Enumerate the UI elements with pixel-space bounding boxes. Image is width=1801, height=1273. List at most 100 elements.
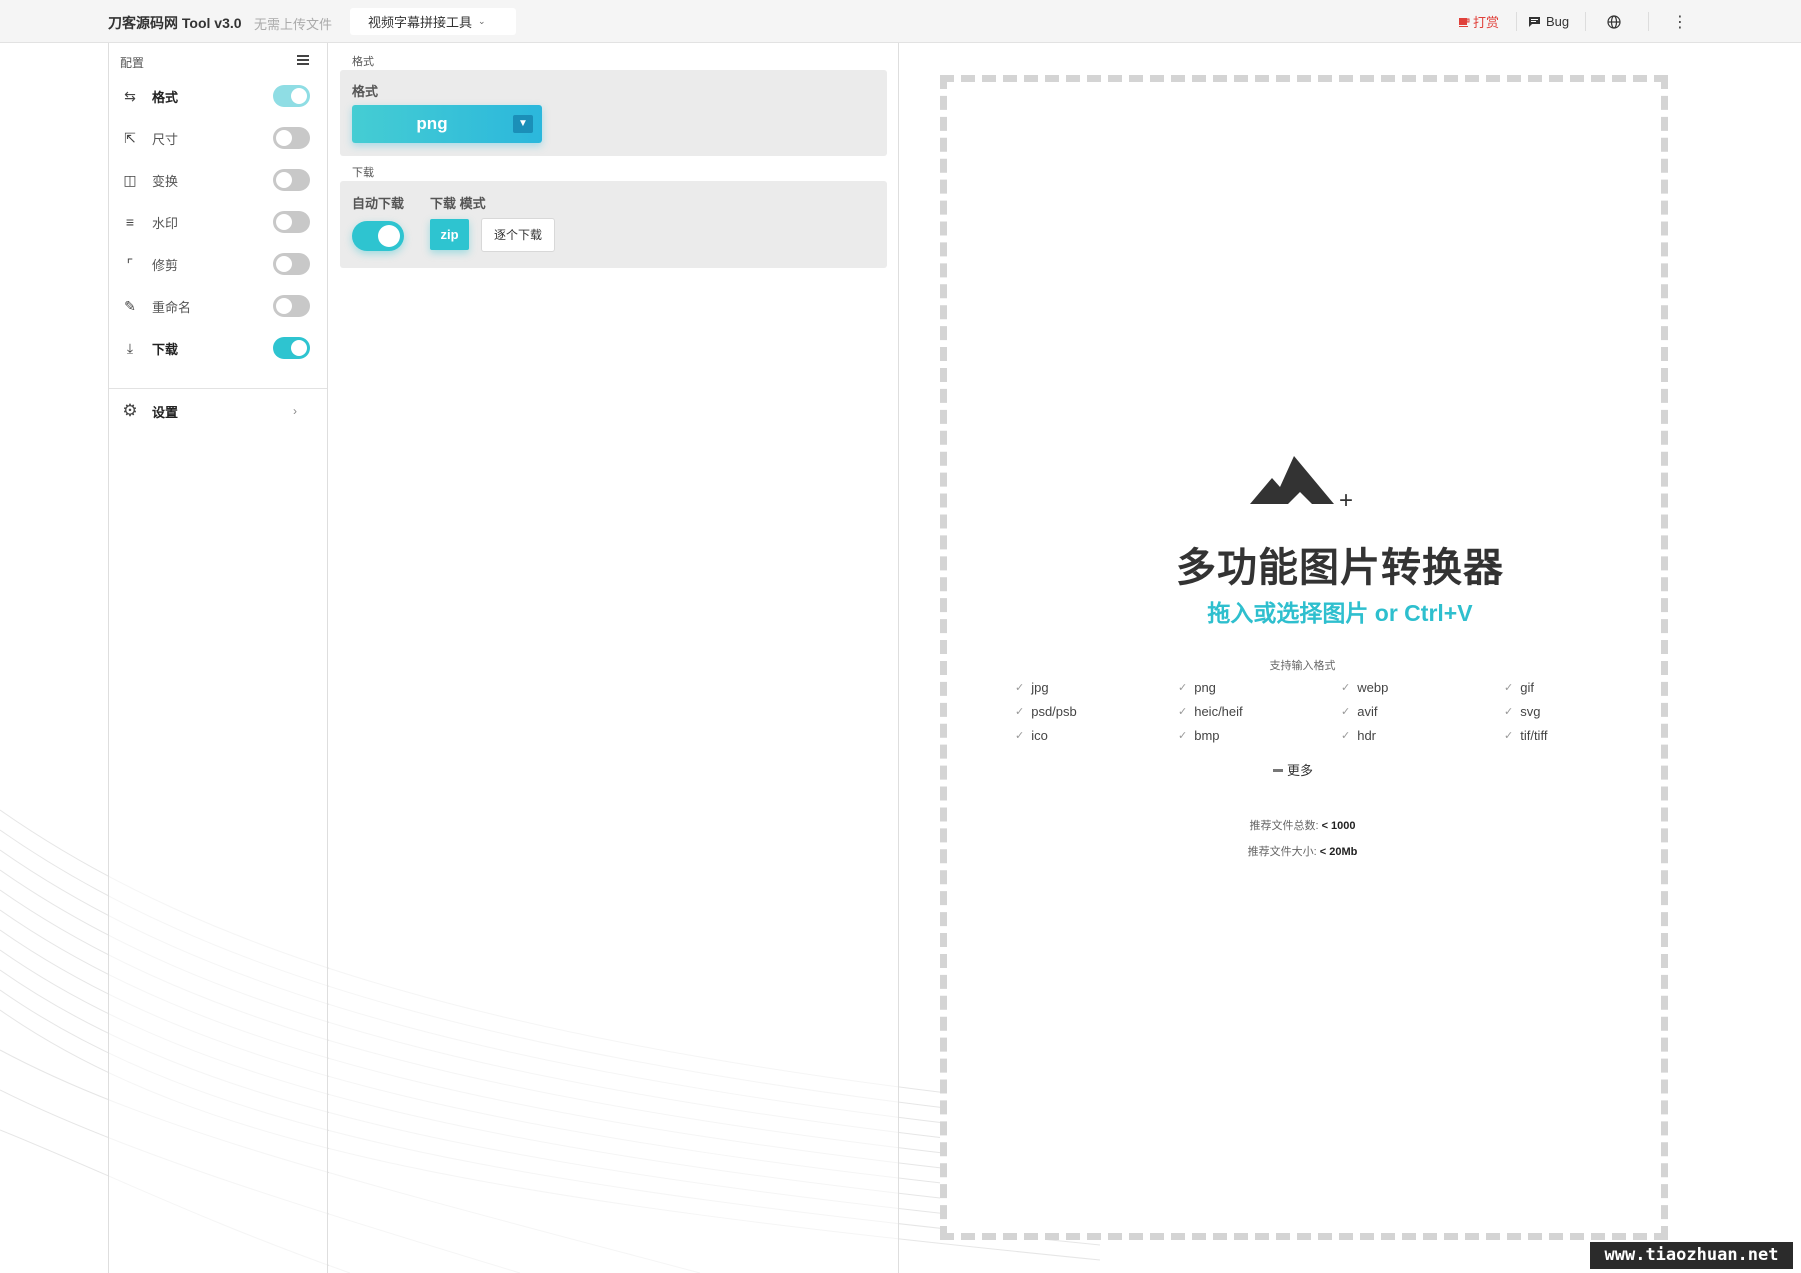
brand-title[interactable]: 刀客源码网 Tool v3.0 [108,13,242,33]
tool-selector-label: 视频字幕拼接工具 [368,15,473,30]
check-icon: ✓ [1504,730,1514,742]
list-item: ✓ heic/heif [1178,704,1341,719]
supported-formats-label: 支持输入格式 [1269,660,1336,672]
zip-mode-button[interactable]: zip [430,219,469,250]
list-item: ✓ hdr [1341,728,1504,743]
rec-count-value: < 1000 [1321,820,1356,832]
brand-subtitle: 无需上传文件 [254,17,333,32]
language-button[interactable] [1607,0,1621,43]
list-item: ✓ bmp [1178,728,1341,743]
donate-button[interactable]: 打赏 [1458,0,1499,43]
sidebar-item-crop[interactable]: ⌜ 修剪 [109,243,327,285]
check-icon: ✓ [1178,706,1188,718]
list-item: ✓ jpg [1015,680,1178,695]
format-name: psd/psb [1031,704,1077,719]
more-formats-button[interactable]: ▬ 更多 [1273,760,1313,779]
more-formats-label: 更多 [1287,763,1314,778]
sidebar-item-label: 设置 [152,404,179,420]
format-name: avif [1357,704,1378,719]
size-toggle[interactable] [273,127,310,149]
check-icon: ✓ [1341,706,1351,718]
sidebar-item-label: 尺寸 [152,131,179,147]
check-icon: ✓ [1341,682,1351,694]
check-icon: ✓ [1341,730,1351,742]
globe-icon [1607,14,1621,29]
check-icon: ✓ [1015,730,1025,742]
sidebar-item-label: 下载 [152,341,179,357]
config-sidebar: 配置 ⇆ 格式 ⇱ 尺寸 ◫ 变换 ≡ 水印 ⌜ 修剪 ✎ 重命名 ⤓ 下载 ⚙… [108,43,328,1273]
format-name: ico [1031,728,1048,743]
sidebar-item-transform[interactable]: ◫ 变换 [109,159,327,201]
format-select-value: png [416,114,448,133]
add-icon: + [1339,487,1354,514]
check-icon: ✓ [1015,706,1025,718]
sidebar-item-label: 水印 [152,215,179,231]
sidebar-item-format[interactable]: ⇆ 格式 [109,75,327,117]
chevron-right-icon: › [293,404,297,418]
transform-toggle[interactable] [273,169,310,191]
watermark-icon: ≡ [125,214,135,230]
bug-button[interactable]: Bug [1528,0,1569,43]
more-options-icon[interactable]: ⋮ [1672,0,1688,43]
format-name: jpg [1031,680,1049,695]
check-icon: ✓ [1504,706,1514,718]
check-icon: ✓ [1015,682,1025,694]
format-select[interactable]: png ▼ [352,105,542,143]
coffee-icon [1459,17,1470,27]
page-title: 多功能图片转换器 [1176,546,1504,590]
sidebar-item-label: 变换 [152,173,179,189]
sidebar-item-label: 格式 [152,89,179,105]
list-item: ✓ webp [1341,680,1504,695]
rec-count-label: 推荐文件总数: [1249,820,1319,832]
sidebar-item-label: 修剪 [152,257,179,273]
crop-toggle[interactable] [273,253,310,275]
tool-selector[interactable]: 视频字幕拼接工具 ⌄ [350,8,516,35]
check-icon: ✓ [1504,682,1514,694]
list-item: ✓ ico [1015,728,1178,743]
format-list: ✓ jpg ✓ png ✓ webp ✓ gif ✓ psd/psb ✓ heic/heif… [1015,680,1675,743]
list-item: ✓ psd/psb [1015,704,1178,719]
format-name: tif/tiff [1520,728,1548,743]
divider [1516,12,1517,31]
list-item: ✓ tif/tiff [1504,728,1667,743]
chevron-down-icon: ⌄ [478,16,486,26]
bug-label: Bug [1546,14,1570,29]
sidebar-item-download[interactable]: ⤓ 下载 [109,327,327,369]
sidebar-item-rename[interactable]: ✎ 重命名 [109,285,327,327]
download-section-label: 下载 [352,167,374,179]
recommended-size: 推荐文件大小: < 20Mb [1100,843,1505,859]
single-download-button[interactable]: 逐个下载 [481,218,555,252]
crop-icon: ⌜ [126,255,134,272]
auto-download-toggle[interactable] [352,221,404,251]
format-name: gif [1520,680,1534,695]
divider [1648,12,1649,31]
comment-icon: ▬ [1273,764,1283,775]
format-name: png [1194,680,1216,695]
list-item: ✓ svg [1504,704,1667,719]
rec-size-value: < 20Mb [1319,846,1358,858]
gear-icon: ⚙ [122,401,138,420]
rename-toggle[interactable] [273,295,310,317]
watermark-toggle[interactable] [273,211,310,233]
donate-label: 打赏 [1473,15,1500,30]
download-card: 自动下载 下载 模式 zip 逐个下载 [340,181,887,268]
format-name: bmp [1194,728,1220,743]
download-mode-label: 下载 模式 [430,196,486,211]
list-item: ✓ png [1178,680,1341,695]
transform-icon: ◫ [123,171,137,188]
format-name: webp [1357,680,1389,695]
swap-icon: ⇆ [124,87,136,104]
download-toggle[interactable] [273,337,310,359]
menu-icon[interactable] [297,55,309,65]
rec-size-label: 推荐文件大小: [1247,846,1317,858]
sidebar-item-size[interactable]: ⇱ 尺寸 [109,117,327,159]
format-toggle[interactable] [273,85,310,107]
sidebar-item-watermark[interactable]: ≡ 水印 [109,201,327,243]
format-section-label: 格式 [352,56,374,68]
check-icon: ✓ [1178,730,1188,742]
sidebar-item-settings[interactable]: ⚙ 设置 › [109,390,327,432]
format-card: 格式 png ▼ [340,70,887,156]
auto-download-label: 自动下载 [352,196,405,211]
rename-icon: ✎ [124,297,136,314]
sidebar-item-label: 重命名 [152,299,192,315]
